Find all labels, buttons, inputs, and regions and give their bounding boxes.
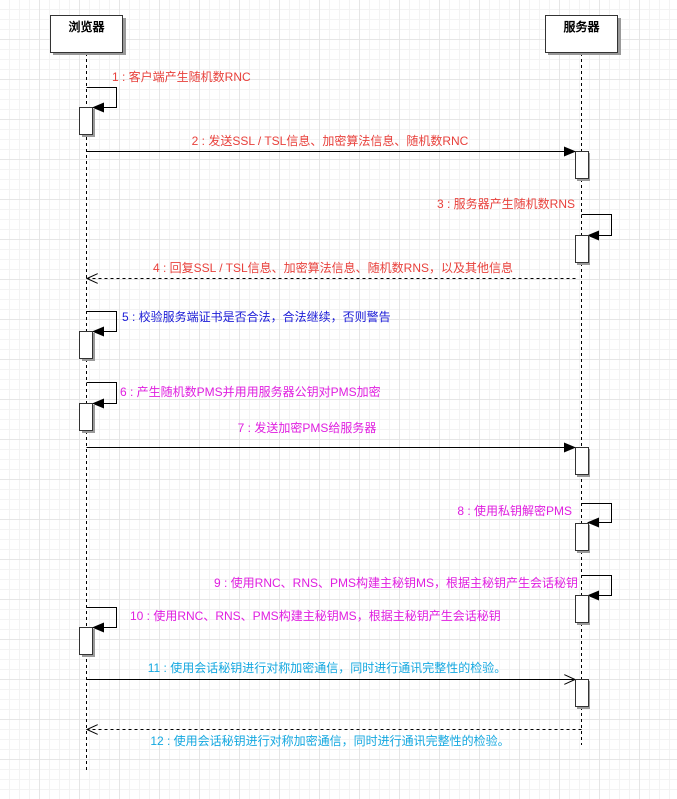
message-9-label: 9 : 使用RNC、RNS、PMS构建主秘钥MS，根据主秘钥产生会话秘钥 <box>214 575 578 590</box>
message-4-label: 4 : 回复SSL / TSL信息、加密算法信息、随机数RNS，以及其他信息 <box>153 260 513 275</box>
message-3: 3 : 服务器产生随机数RNS <box>437 196 612 265</box>
message-2-activation <box>575 151 589 179</box>
message-5-activation <box>79 331 93 359</box>
message-11-label: 11 : 使用会话秘钥进行对称加密通信，同时进行通讯完整性的检验。 <box>148 660 506 675</box>
message-3-label: 3 : 服务器产生随机数RNS <box>437 196 575 211</box>
message-1-label: 1 : 客户端产生随机数RNC <box>112 69 251 84</box>
message-8: 8 : 使用私钥解密PMS <box>457 503 612 553</box>
message-8-activation <box>575 523 589 551</box>
message-9-activation <box>575 595 589 623</box>
message-7-label: 7 : 发送加密PMS给服务器 <box>238 420 377 435</box>
message-12-label: 12 : 使用会话秘钥进行对称加密通信，同时进行通讯完整性的检验。 <box>150 733 509 748</box>
message-11-activation <box>575 679 589 707</box>
browser-actor: 浏览器 <box>50 15 126 55</box>
message-1: 1 : 客户端产生随机数RNC <box>79 69 251 137</box>
message-12: 12 : 使用会话秘钥进行对称加密通信，同时进行通讯完整性的检验。 <box>87 730 582 748</box>
message-7-activation <box>575 447 589 475</box>
message-6-activation <box>79 403 93 431</box>
message-3-activation <box>575 235 589 263</box>
message-6-loop <box>86 382 117 409</box>
message-9-loop <box>581 575 612 601</box>
message-10: 10 : 使用RNC、RNS、PMS构建主秘钥MS，根据主秘钥产生会话秘钥 <box>79 607 501 657</box>
message-5-loop <box>86 311 117 337</box>
message-5-label: 5 : 校验服务端证书是否合法，合法继续，否则警告 <box>122 309 391 324</box>
message-8-loop <box>581 503 612 528</box>
browser-actor-label: 浏览器 <box>68 19 105 34</box>
message-8-label: 8 : 使用私钥解密PMS <box>457 503 572 518</box>
sequence-diagram: 浏览器 服务器 1 : 客户端产生随机数RNC 2 : 发送SSL / TSL信… <box>50 15 621 772</box>
message-1-loop <box>86 87 117 113</box>
message-11: 11 : 使用会话秘钥进行对称加密通信，同时进行通讯完整性的检验。 <box>86 660 590 709</box>
message-2: 2 : 发送SSL / TSL信息、加密算法信息、随机数RNC <box>86 133 590 181</box>
message-6-label: 6 : 产生随机数PMS并用用服务器公钥对PMS加密 <box>120 384 381 399</box>
message-1-activation <box>79 107 93 135</box>
message-2-label: 2 : 发送SSL / TSL信息、加密算法信息、随机数RNC <box>192 133 469 148</box>
message-4: 4 : 回复SSL / TSL信息、加密算法信息、随机数RNS，以及其他信息 <box>87 260 576 279</box>
message-10-label: 10 : 使用RNC、RNS、PMS构建主秘钥MS，根据主秘钥产生会话秘钥 <box>130 608 501 623</box>
message-10-loop <box>86 607 117 633</box>
server-actor: 服务器 <box>545 15 621 55</box>
message-10-activation <box>79 627 93 655</box>
message-3-loop <box>581 214 612 241</box>
message-7: 7 : 发送加密PMS给服务器 <box>86 420 590 477</box>
message-5: 5 : 校验服务端证书是否合法，合法继续，否则警告 <box>79 309 391 361</box>
server-actor-label: 服务器 <box>563 19 600 34</box>
